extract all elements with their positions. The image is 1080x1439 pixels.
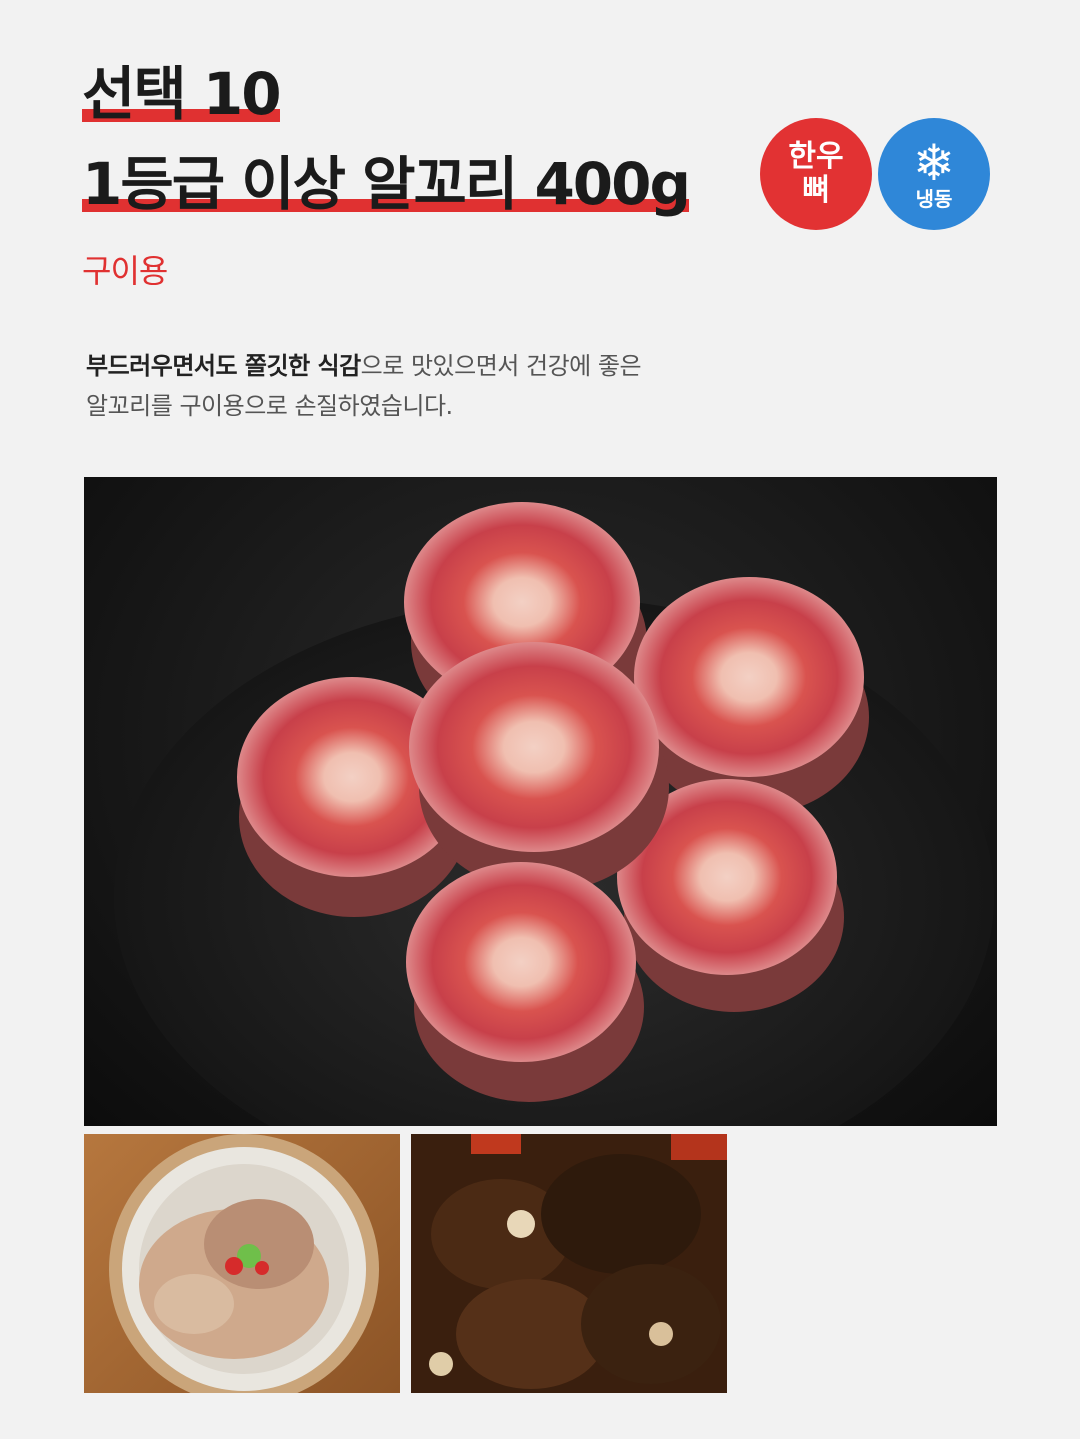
title-line-2: 1등급 이상 알꼬리 400g (82, 150, 691, 218)
product-description: 부드러우면서도 쫄깃한 식감으로 맛있으면서 건강에 좋은 알꼬리를 구이용으로… (86, 346, 642, 426)
title-text-1: 선택 10 (82, 60, 282, 128)
snowflake-icon: ❄ (913, 134, 955, 192)
description-bold: 부드러우면서도 쫄깃한 식감 (86, 352, 361, 380)
title-line-1: 선택 10 (82, 60, 282, 128)
oxtail-main-illustration (114, 502, 994, 1126)
description-line-2: 알꼬리를 구이용으로 손질하였습니다. (86, 392, 453, 420)
badge-hanwoo-line1: 한우 (788, 139, 844, 174)
subtitle: 구이용 (82, 252, 168, 290)
description-rest: 으로 맛있으면서 건강에 좋은 (360, 352, 642, 380)
description-line-1: 부드러우면서도 쫄깃한 식감으로 맛있으면서 건강에 좋은 (86, 346, 642, 386)
badge-frozen-label: 냉동 (915, 187, 953, 211)
hanwoo-bone-badge: 한우 뼈 (760, 118, 872, 230)
oxtail-soup-photo (84, 1134, 400, 1393)
oxtail-main-photo (84, 477, 997, 1126)
braised-oxtail-illustration (411, 1134, 727, 1393)
title-text-2: 1등급 이상 알꼬리 400g (82, 150, 691, 218)
frozen-badge: ❄ 냉동 (878, 118, 990, 230)
badge-hanwoo-line2: 뼈 (802, 173, 830, 208)
braised-oxtail-photo (411, 1134, 727, 1393)
oxtail-soup-illustration (109, 1134, 379, 1393)
